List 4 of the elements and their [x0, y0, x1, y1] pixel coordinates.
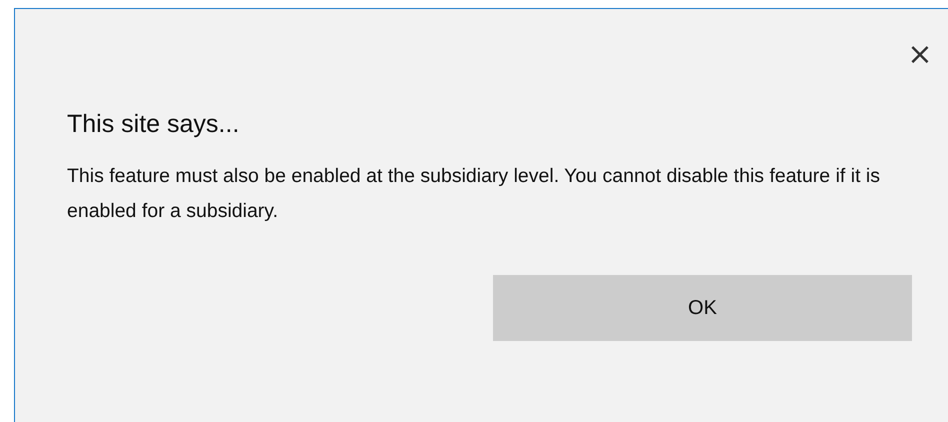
dialog-message: This feature must also be enabled at the subsidiary level. You cannot disable this feature if it is enabled for a subsidiary. — [67, 164, 881, 224]
dialog-title: This site says... — [67, 109, 240, 139]
close-button[interactable]: × — [900, 35, 940, 75]
ok-button[interactable]: OK — [493, 275, 912, 341]
